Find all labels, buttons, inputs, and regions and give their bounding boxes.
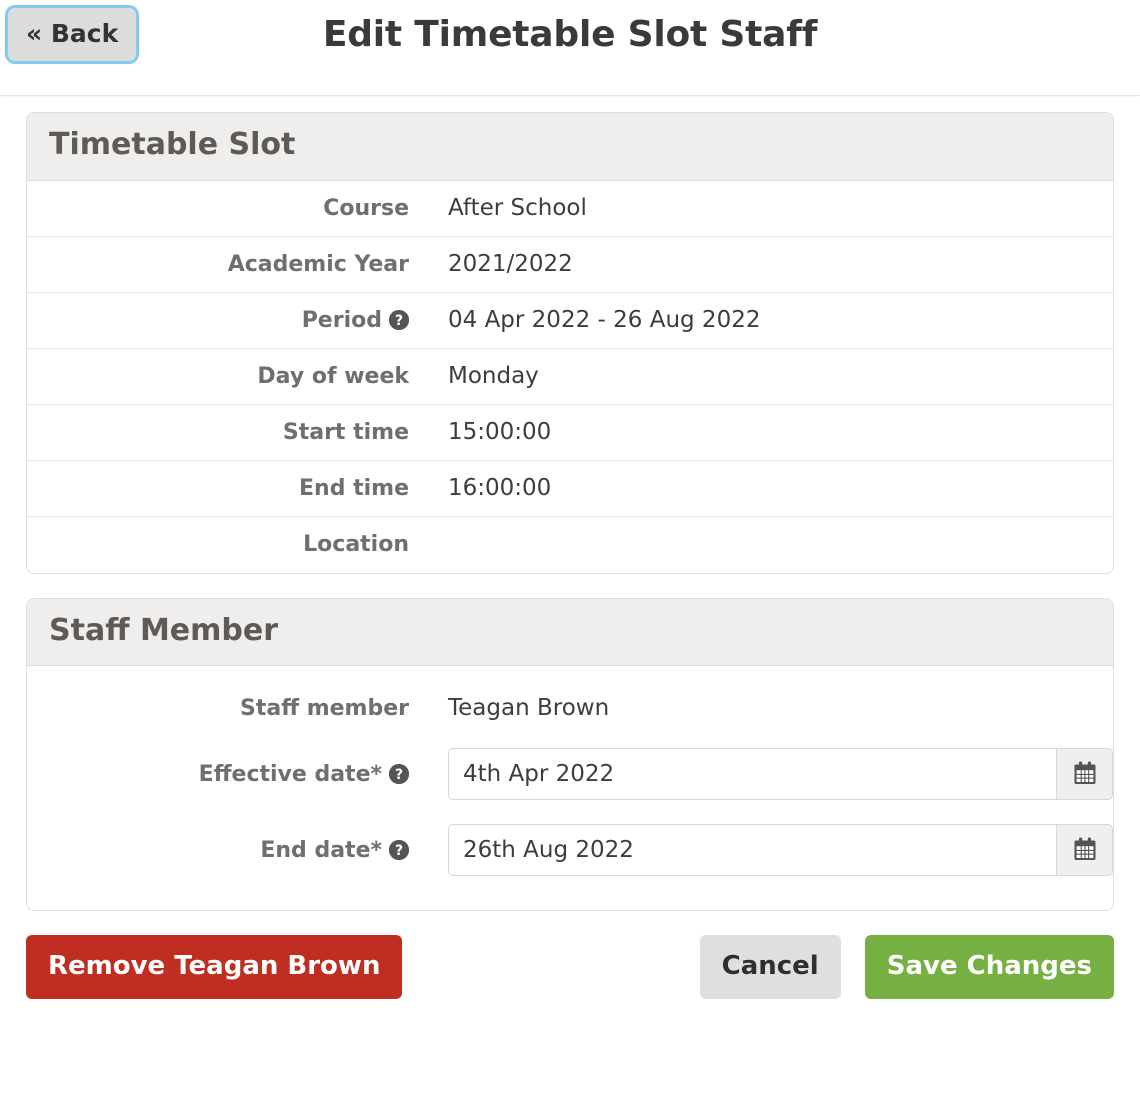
staff-member-label: Staff member <box>27 696 409 721</box>
timetable-slot-panel-heading: Timetable Slot <box>27 113 1113 181</box>
page-content: Timetable Slot Course After School Acade… <box>0 112 1140 911</box>
effective-date-row: Effective date* ? <box>27 736 1113 812</box>
staff-member-panel-heading: Staff Member <box>27 598 1113 666</box>
table-row: Academic Year 2021/2022 <box>27 237 1113 293</box>
form-actions-right: Cancel Save Changes <box>699 935 1114 999</box>
row-label: Academic Year <box>27 252 409 277</box>
calendar-icon <box>1072 836 1098 865</box>
svg-text:?: ? <box>395 313 403 329</box>
timetable-slot-panel-title: Timetable Slot <box>49 127 296 162</box>
row-label-text: Start time <box>282 419 409 445</box>
save-changes-button[interactable]: Save Changes <box>864 935 1114 999</box>
effective-date-label: Effective date* ? <box>27 762 409 787</box>
staff-member-label-text: Staff member <box>240 695 409 721</box>
svg-text:?: ? <box>395 767 403 783</box>
end-date-input-group <box>448 824 1113 876</box>
row-label: Period ? <box>27 308 409 333</box>
form-actions: Remove Teagan Brown Cancel Save Changes <box>0 911 1140 999</box>
staff-member-panel: Staff Member Staff member Teagan Brown E… <box>26 597 1114 911</box>
row-value: Monday <box>448 363 539 389</box>
calendar-icon-button[interactable] <box>1056 824 1113 876</box>
help-icon[interactable]: ? <box>389 310 409 330</box>
row-label-text: Course <box>323 195 409 221</box>
end-date-input[interactable] <box>448 824 1056 876</box>
page-header: « Back Edit Timetable Slot Staff <box>0 0 1140 96</box>
table-row: Course After School <box>27 181 1113 237</box>
remove-staff-button[interactable]: Remove Teagan Brown <box>26 935 403 999</box>
effective-date-input-group <box>448 748 1113 800</box>
end-date-label: End date* ? <box>27 838 409 863</box>
table-row: Day of week Monday <box>27 349 1113 405</box>
staff-member-row: Staff member Teagan Brown <box>27 680 1113 736</box>
table-row: Period ? 04 Apr 2022 - 26 Aug 2022 <box>27 293 1113 349</box>
row-label-text: Location <box>303 532 409 557</box>
row-label: Course <box>27 196 409 221</box>
row-value: 15:00:00 <box>448 419 552 445</box>
help-icon[interactable]: ? <box>389 840 409 860</box>
end-date-row: End date* ? <box>27 812 1113 888</box>
row-value: 16:00:00 <box>448 475 552 501</box>
svg-text:?: ? <box>395 843 403 859</box>
row-label-text: Period <box>301 307 382 333</box>
staff-member-form: Staff member Teagan Brown Effective date… <box>27 666 1113 910</box>
effective-date-input[interactable] <box>448 748 1056 800</box>
calendar-icon-button[interactable] <box>1056 748 1113 800</box>
staff-member-value: Teagan Brown <box>448 695 610 721</box>
row-label-text: Academic Year <box>227 251 409 277</box>
row-value: 2021/2022 <box>448 251 573 277</box>
calendar-icon <box>1072 760 1098 789</box>
row-value: After School <box>448 195 587 221</box>
row-label: End time <box>27 476 409 501</box>
table-row: Start time 15:00:00 <box>27 405 1113 461</box>
row-label: Location <box>27 532 409 557</box>
row-label: Day of week <box>27 364 409 389</box>
row-label-text: Day of week <box>257 363 409 389</box>
cancel-button[interactable]: Cancel <box>699 935 841 999</box>
effective-date-label-text: Effective date* <box>198 761 382 787</box>
timetable-slot-panel: Timetable Slot Course After School Acade… <box>26 112 1114 574</box>
row-label: Start time <box>27 420 409 445</box>
help-icon[interactable]: ? <box>389 764 409 784</box>
staff-member-panel-title: Staff Member <box>49 612 279 648</box>
table-row: Location <box>27 517 1113 573</box>
end-date-label-text: End date* <box>260 837 382 863</box>
page-title: Edit Timetable Slot Staff <box>322 14 818 55</box>
row-value: 04 Apr 2022 - 26 Aug 2022 <box>448 307 761 333</box>
table-row: End time 16:00:00 <box>27 461 1113 517</box>
row-label-text: End time <box>299 475 409 501</box>
